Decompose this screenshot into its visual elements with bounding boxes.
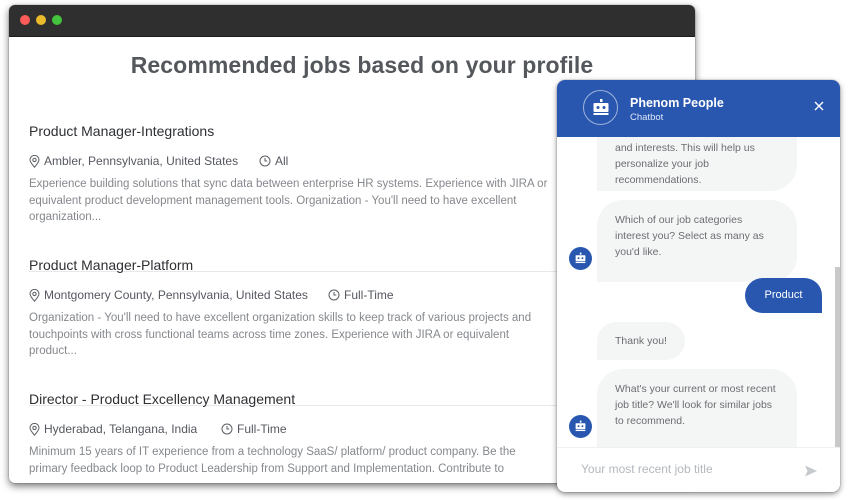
job-card[interactable]: Product Manager-Platform Montgomery Coun… [29,257,554,360]
bot-message: Which of our job categories interest you… [597,200,797,282]
robot-icon [575,252,586,264]
job-type: All [259,154,288,168]
send-icon[interactable] [804,464,818,478]
clock-icon [259,155,271,167]
close-icon[interactable] [812,99,826,113]
job-location-text: Hyderabad, Telangana, India [44,422,198,436]
job-card[interactable]: Product Manager-Integrations Ambler, Pen… [29,123,554,226]
job-meta: Ambler, Pennsylvania, United States All [29,154,554,168]
bot-message: and interests. This will help us persona… [597,137,797,191]
bot-message-avatar [569,415,592,438]
job-type-text: Full-Time [344,288,394,302]
job-title-link[interactable]: Director - Product Excellency Management [29,391,554,407]
page-title: Recommended jobs based on your profile [130,52,594,78]
job-location: Montgomery County, Pennsylvania, United … [29,288,328,302]
clock-icon [328,289,340,301]
job-description: Organization - You'll need to have excel… [29,312,532,358]
location-pin-icon [29,422,40,436]
bot-message: Thank you! [597,322,685,360]
job-location-text: Montgomery County, Pennsylvania, United … [44,288,308,302]
chat-scrollbar-thumb[interactable] [835,267,840,447]
job-title-link[interactable]: Product Manager-Integrations [29,123,554,139]
job-description: Minimum 15 years of IT experience from a… [29,446,516,475]
job-type: Full-Time [328,288,394,302]
location-pin-icon [29,154,40,168]
chat-input-area [557,447,840,492]
location-pin-icon [29,288,40,302]
bot-message: What's your current or most recent job t… [597,369,797,447]
job-type: Full-Time [221,422,287,436]
job-type-text: Full-Time [237,422,287,436]
job-title-input[interactable] [579,461,783,477]
job-description: Experience building solutions that sync … [29,178,548,224]
chatbot-avatar [583,90,618,125]
job-location-text: Ambler, Pennsylvania, United States [44,154,239,168]
robot-icon [593,98,608,115]
job-meta: Montgomery County, Pennsylvania, United … [29,288,554,302]
minimize-window-button[interactable] [36,15,46,25]
job-location: Ambler, Pennsylvania, United States [29,154,259,168]
job-card[interactable]: Director - Product Excellency Management… [29,391,554,477]
chatbot-subtitle: Chatbot [630,112,664,123]
bot-message-avatar [569,247,592,270]
maximize-window-button[interactable] [52,15,62,25]
user-message[interactable]: Product [745,278,822,313]
job-meta: Hyderabad, Telangana, India Full-Time [29,422,554,436]
window-titlebar [9,5,695,37]
chatbot-name: Phenom People [630,96,724,110]
robot-icon [575,420,586,432]
job-type-text: All [275,154,289,168]
job-title-link[interactable]: Product Manager-Platform [29,257,554,273]
chat-messages[interactable]: and interests. This will help us persona… [557,137,835,447]
close-window-button[interactable] [20,15,30,25]
chatbot-widget: Phenom People Chatbot and interests. Thi… [557,80,840,492]
chatbot-header: Phenom People Chatbot [557,80,840,137]
clock-icon [221,423,233,435]
job-location: Hyderabad, Telangana, India [29,422,221,436]
